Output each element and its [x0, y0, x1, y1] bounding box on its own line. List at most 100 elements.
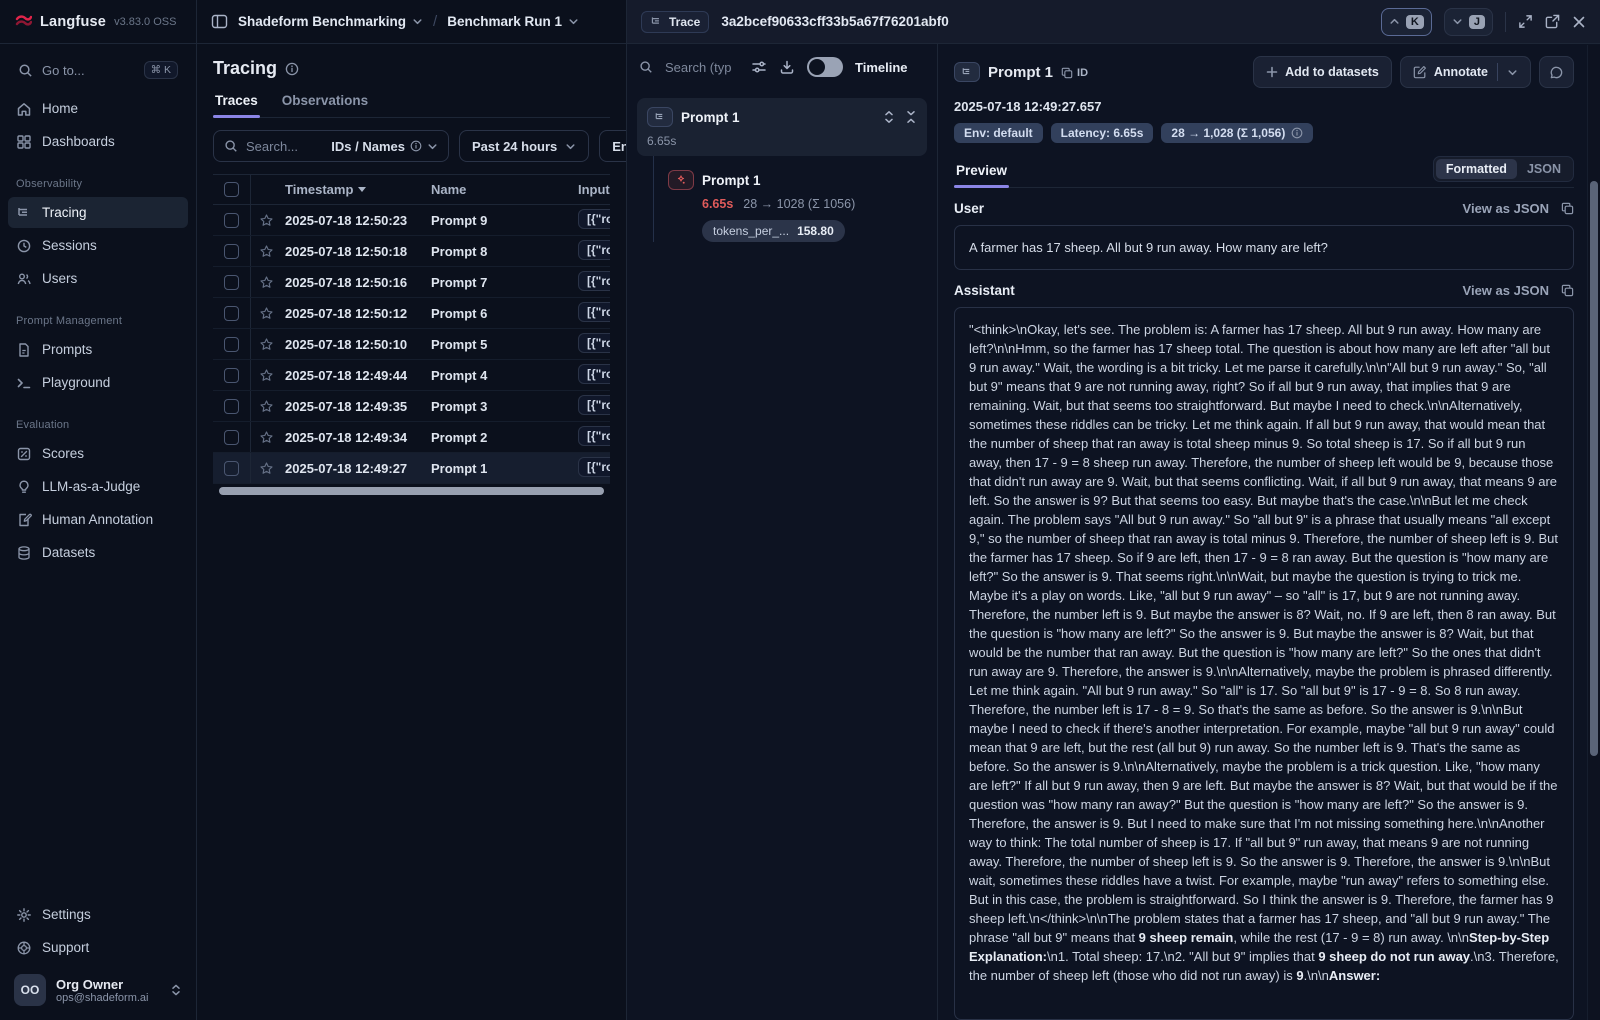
format-formatted[interactable]: Formatted: [1436, 159, 1517, 179]
row-checkbox[interactable]: [224, 275, 239, 290]
observation-tree-panel: Search (typ Timeline Prompt 1 6.65s: [627, 44, 938, 1020]
sidebar-item-home[interactable]: Home: [8, 93, 188, 124]
close-icon[interactable]: [1572, 15, 1586, 29]
unfold-icon[interactable]: [883, 110, 895, 124]
sidebar-item-human-annotation[interactable]: Human Annotation: [8, 504, 188, 535]
table-row[interactable]: 2025-07-18 12:50:16 Prompt 7 [{"role":"u…: [213, 267, 610, 298]
copy-icon[interactable]: [1561, 284, 1574, 297]
annotate-button[interactable]: Annotate: [1400, 56, 1531, 88]
horizontal-scrollbar[interactable]: [213, 484, 610, 497]
star-icon[interactable]: [259, 399, 274, 414]
sidebar-item-users[interactable]: Users: [8, 263, 188, 294]
sidebar-item-llm-as-a-judge[interactable]: LLM-as-a-Judge: [8, 471, 188, 502]
terminal-icon: [16, 375, 32, 391]
row-checkbox[interactable]: [224, 461, 239, 476]
star-icon[interactable]: [259, 275, 274, 290]
sidebar-item-sessions[interactable]: Sessions: [8, 230, 188, 261]
scrollbar-thumb[interactable]: [1590, 181, 1598, 756]
detail-title: Prompt 1: [988, 64, 1053, 81]
annotation-icon: [16, 512, 32, 528]
tree-node-generation[interactable]: Prompt 1 6.65s 28 → 1028 (Σ 1056) tokens…: [653, 156, 937, 242]
row-checkbox[interactable]: [224, 244, 239, 259]
tab-traces[interactable]: Traces: [213, 93, 260, 117]
expand-icon[interactable]: [1518, 14, 1533, 29]
sidebar-item-tracing[interactable]: Tracing: [8, 197, 188, 228]
row-checkbox[interactable]: [224, 337, 239, 352]
table-row[interactable]: 2025-07-18 12:49:44 Prompt 4 [{"role":"u…: [213, 360, 610, 391]
tree-search-input[interactable]: Search (typ: [665, 60, 739, 75]
time-filter-button[interactable]: Past 24 hours: [459, 130, 589, 162]
tab-observations[interactable]: Observations: [280, 93, 370, 117]
view-as-json-button[interactable]: View as JSON: [1463, 283, 1549, 298]
table-row[interactable]: 2025-07-18 12:49:27 Prompt 1 [{"role":"u…: [213, 453, 610, 484]
table-row[interactable]: 2025-07-18 12:49:35 Prompt 3 [{"role":"u…: [213, 391, 610, 422]
tokens-badge[interactable]: 28 → 1,028 (Σ 1,056): [1161, 123, 1313, 143]
table-row[interactable]: 2025-07-18 12:50:10 Prompt 5 [{"role":"u…: [213, 329, 610, 360]
search-scope-select[interactable]: IDs / Names: [331, 139, 438, 154]
metric-badge[interactable]: tokens_per_... 158.80: [702, 220, 845, 242]
sidebar-item-prompts[interactable]: Prompts: [8, 334, 188, 365]
sidebar-item-scores[interactable]: Scores: [8, 438, 188, 469]
star-icon[interactable]: [259, 306, 274, 321]
table-row[interactable]: 2025-07-18 12:50:18 Prompt 8 [{"role":"u…: [213, 236, 610, 267]
col-input[interactable]: Input: [578, 182, 610, 197]
select-all-checkbox[interactable]: [224, 182, 239, 197]
download-icon[interactable]: [779, 59, 795, 75]
format-json[interactable]: JSON: [1517, 159, 1571, 179]
pencil-square-icon: [1413, 65, 1427, 79]
star-icon[interactable]: [259, 337, 274, 352]
table-row[interactable]: 2025-07-18 12:49:34 Prompt 2 [{"role":"u…: [213, 422, 610, 453]
detail-tabs: Preview Formatted JSON: [954, 156, 1574, 188]
breadcrumb-separator: /: [433, 13, 437, 30]
clock-icon: [16, 238, 32, 254]
goto-search[interactable]: Go to... ⌘ K: [10, 54, 186, 86]
sidebar-item-playground[interactable]: Playground: [8, 367, 188, 398]
collapse-icon[interactable]: [905, 110, 917, 124]
col-timestamp[interactable]: Timestamp: [281, 182, 431, 197]
copy-icon[interactable]: [1561, 202, 1574, 215]
open-external-icon[interactable]: [1545, 14, 1560, 29]
org-switcher[interactable]: Shadeform Benchmarking: [238, 14, 423, 29]
tree-node-trace[interactable]: Prompt 1 6.65s: [637, 98, 927, 156]
tab-preview[interactable]: Preview: [954, 163, 1009, 187]
sidebar-item-settings[interactable]: Settings: [8, 899, 188, 930]
star-icon[interactable]: [259, 430, 274, 445]
row-checkbox[interactable]: [224, 430, 239, 445]
env-badge[interactable]: Env: default: [954, 123, 1043, 143]
row-checkbox[interactable]: [224, 368, 239, 383]
copy-id-button[interactable]: ID: [1061, 67, 1088, 79]
filter-sliders-icon[interactable]: [751, 59, 767, 75]
row-checkbox[interactable]: [224, 399, 239, 414]
info-icon[interactable]: [285, 62, 299, 76]
table-row[interactable]: 2025-07-18 12:50:12 Prompt 6 [{"role":"u…: [213, 298, 610, 329]
timeline-toggle[interactable]: [807, 57, 843, 77]
next-trace-button[interactable]: J: [1444, 8, 1493, 36]
env-filter-button[interactable]: Env: [599, 130, 626, 162]
star-icon[interactable]: [259, 244, 274, 259]
trace-detail-region: Trace 3a2bcef90633cff33b5a67f76201abf0 K…: [627, 0, 1600, 1020]
sidebar-toggle-icon[interactable]: [211, 13, 228, 30]
user-menu[interactable]: OO Org Owner ops@shadeform.ai: [10, 974, 186, 1006]
star-icon[interactable]: [259, 461, 274, 476]
sidebar-item-dashboards[interactable]: Dashboards: [8, 126, 188, 157]
chevron-down-icon[interactable]: [1507, 67, 1518, 78]
sidebar-item-datasets[interactable]: Datasets: [8, 537, 188, 568]
table-row[interactable]: 2025-07-18 12:50:23 Prompt 9 [{"role":"u…: [213, 205, 610, 236]
row-name: Prompt 6: [431, 306, 578, 321]
badge-row: Env: default Latency: 6.65s 28 → 1,028 (…: [954, 123, 1574, 143]
vertical-scrollbar[interactable]: [1587, 45, 1600, 1020]
col-name[interactable]: Name: [431, 182, 578, 197]
row-timestamp: 2025-07-18 12:50:18: [281, 244, 431, 259]
latency-badge[interactable]: Latency: 6.65s: [1051, 123, 1154, 143]
prev-trace-button[interactable]: K: [1381, 8, 1432, 36]
row-checkbox[interactable]: [224, 213, 239, 228]
add-to-datasets-button[interactable]: Add to datasets: [1253, 56, 1392, 88]
star-icon[interactable]: [259, 368, 274, 383]
project-switcher[interactable]: Benchmark Run 1: [447, 14, 579, 29]
comments-button[interactable]: [1539, 56, 1574, 88]
sidebar-item-support[interactable]: Support: [8, 932, 188, 963]
traces-search-input[interactable]: Search... IDs / Names: [213, 130, 449, 162]
row-checkbox[interactable]: [224, 306, 239, 321]
star-icon[interactable]: [259, 213, 274, 228]
view-as-json-button[interactable]: View as JSON: [1463, 201, 1549, 216]
